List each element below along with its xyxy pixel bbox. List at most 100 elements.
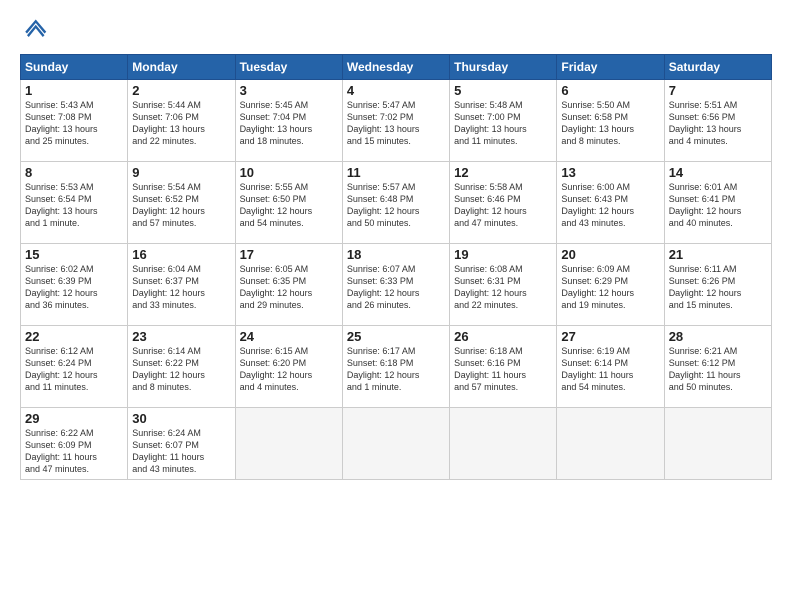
- day-info: Sunrise: 6:11 AM Sunset: 6:26 PM Dayligh…: [669, 263, 767, 312]
- calendar-cell: 6Sunrise: 5:50 AM Sunset: 6:58 PM Daylig…: [557, 80, 664, 162]
- day-info: Sunrise: 6:02 AM Sunset: 6:39 PM Dayligh…: [25, 263, 123, 312]
- day-info: Sunrise: 5:50 AM Sunset: 6:58 PM Dayligh…: [561, 99, 659, 148]
- calendar-cell: 23Sunrise: 6:14 AM Sunset: 6:22 PM Dayli…: [128, 326, 235, 408]
- day-info: Sunrise: 5:55 AM Sunset: 6:50 PM Dayligh…: [240, 181, 338, 230]
- day-info: Sunrise: 5:48 AM Sunset: 7:00 PM Dayligh…: [454, 99, 552, 148]
- day-info: Sunrise: 5:54 AM Sunset: 6:52 PM Dayligh…: [132, 181, 230, 230]
- calendar-cell: 11Sunrise: 5:57 AM Sunset: 6:48 PM Dayli…: [342, 162, 449, 244]
- calendar-cell: 14Sunrise: 6:01 AM Sunset: 6:41 PM Dayli…: [664, 162, 771, 244]
- day-number: 18: [347, 247, 445, 262]
- calendar-cell: 2Sunrise: 5:44 AM Sunset: 7:06 PM Daylig…: [128, 80, 235, 162]
- day-number: 25: [347, 329, 445, 344]
- calendar-cell: [664, 408, 771, 480]
- calendar-cell: 12Sunrise: 5:58 AM Sunset: 6:46 PM Dayli…: [450, 162, 557, 244]
- day-number: 4: [347, 83, 445, 98]
- day-number: 26: [454, 329, 552, 344]
- week-row-4: 29Sunrise: 6:22 AM Sunset: 6:09 PM Dayli…: [21, 408, 772, 480]
- day-info: Sunrise: 5:47 AM Sunset: 7:02 PM Dayligh…: [347, 99, 445, 148]
- calendar-cell: 19Sunrise: 6:08 AM Sunset: 6:31 PM Dayli…: [450, 244, 557, 326]
- calendar-cell: 9Sunrise: 5:54 AM Sunset: 6:52 PM Daylig…: [128, 162, 235, 244]
- header-row: SundayMondayTuesdayWednesdayThursdayFrid…: [21, 55, 772, 80]
- calendar-cell: 13Sunrise: 6:00 AM Sunset: 6:43 PM Dayli…: [557, 162, 664, 244]
- day-info: Sunrise: 6:05 AM Sunset: 6:35 PM Dayligh…: [240, 263, 338, 312]
- day-number: 1: [25, 83, 123, 98]
- week-row-2: 15Sunrise: 6:02 AM Sunset: 6:39 PM Dayli…: [21, 244, 772, 326]
- day-number: 22: [25, 329, 123, 344]
- calendar-cell: 29Sunrise: 6:22 AM Sunset: 6:09 PM Dayli…: [21, 408, 128, 480]
- day-info: Sunrise: 6:01 AM Sunset: 6:41 PM Dayligh…: [669, 181, 767, 230]
- calendar-cell: 20Sunrise: 6:09 AM Sunset: 6:29 PM Dayli…: [557, 244, 664, 326]
- calendar-cell: 22Sunrise: 6:12 AM Sunset: 6:24 PM Dayli…: [21, 326, 128, 408]
- calendar-cell: 1Sunrise: 5:43 AM Sunset: 7:08 PM Daylig…: [21, 80, 128, 162]
- calendar-cell: 28Sunrise: 6:21 AM Sunset: 6:12 PM Dayli…: [664, 326, 771, 408]
- day-info: Sunrise: 5:43 AM Sunset: 7:08 PM Dayligh…: [25, 99, 123, 148]
- calendar-cell: [557, 408, 664, 480]
- day-number: 13: [561, 165, 659, 180]
- day-info: Sunrise: 6:21 AM Sunset: 6:12 PM Dayligh…: [669, 345, 767, 394]
- day-number: 7: [669, 83, 767, 98]
- day-info: Sunrise: 5:58 AM Sunset: 6:46 PM Dayligh…: [454, 181, 552, 230]
- calendar-cell: 16Sunrise: 6:04 AM Sunset: 6:37 PM Dayli…: [128, 244, 235, 326]
- day-number: 8: [25, 165, 123, 180]
- day-number: 12: [454, 165, 552, 180]
- day-info: Sunrise: 5:53 AM Sunset: 6:54 PM Dayligh…: [25, 181, 123, 230]
- calendar-cell: 17Sunrise: 6:05 AM Sunset: 6:35 PM Dayli…: [235, 244, 342, 326]
- header: [20, 16, 772, 44]
- calendar-cell: 5Sunrise: 5:48 AM Sunset: 7:00 PM Daylig…: [450, 80, 557, 162]
- col-header-tuesday: Tuesday: [235, 55, 342, 80]
- calendar-cell: 18Sunrise: 6:07 AM Sunset: 6:33 PM Dayli…: [342, 244, 449, 326]
- day-info: Sunrise: 6:07 AM Sunset: 6:33 PM Dayligh…: [347, 263, 445, 312]
- calendar-cell: 10Sunrise: 5:55 AM Sunset: 6:50 PM Dayli…: [235, 162, 342, 244]
- logo-icon: [20, 16, 48, 44]
- day-number: 16: [132, 247, 230, 262]
- calendar-cell: 8Sunrise: 5:53 AM Sunset: 6:54 PM Daylig…: [21, 162, 128, 244]
- day-number: 20: [561, 247, 659, 262]
- calendar-cell: 15Sunrise: 6:02 AM Sunset: 6:39 PM Dayli…: [21, 244, 128, 326]
- week-row-0: 1Sunrise: 5:43 AM Sunset: 7:08 PM Daylig…: [21, 80, 772, 162]
- day-number: 6: [561, 83, 659, 98]
- calendar-cell: 24Sunrise: 6:15 AM Sunset: 6:20 PM Dayli…: [235, 326, 342, 408]
- day-info: Sunrise: 5:44 AM Sunset: 7:06 PM Dayligh…: [132, 99, 230, 148]
- day-info: Sunrise: 6:22 AM Sunset: 6:09 PM Dayligh…: [25, 427, 123, 476]
- day-info: Sunrise: 6:00 AM Sunset: 6:43 PM Dayligh…: [561, 181, 659, 230]
- day-number: 2: [132, 83, 230, 98]
- calendar-cell: 7Sunrise: 5:51 AM Sunset: 6:56 PM Daylig…: [664, 80, 771, 162]
- day-number: 29: [25, 411, 123, 426]
- week-row-3: 22Sunrise: 6:12 AM Sunset: 6:24 PM Dayli…: [21, 326, 772, 408]
- day-number: 30: [132, 411, 230, 426]
- day-number: 24: [240, 329, 338, 344]
- day-info: Sunrise: 6:08 AM Sunset: 6:31 PM Dayligh…: [454, 263, 552, 312]
- calendar-cell: [235, 408, 342, 480]
- day-number: 17: [240, 247, 338, 262]
- col-header-thursday: Thursday: [450, 55, 557, 80]
- calendar-table: SundayMondayTuesdayWednesdayThursdayFrid…: [20, 54, 772, 480]
- week-row-1: 8Sunrise: 5:53 AM Sunset: 6:54 PM Daylig…: [21, 162, 772, 244]
- calendar-cell: 4Sunrise: 5:47 AM Sunset: 7:02 PM Daylig…: [342, 80, 449, 162]
- calendar-cell: 26Sunrise: 6:18 AM Sunset: 6:16 PM Dayli…: [450, 326, 557, 408]
- day-info: Sunrise: 5:51 AM Sunset: 6:56 PM Dayligh…: [669, 99, 767, 148]
- col-header-sunday: Sunday: [21, 55, 128, 80]
- day-number: 28: [669, 329, 767, 344]
- calendar-cell: 3Sunrise: 5:45 AM Sunset: 7:04 PM Daylig…: [235, 80, 342, 162]
- day-info: Sunrise: 6:18 AM Sunset: 6:16 PM Dayligh…: [454, 345, 552, 394]
- day-info: Sunrise: 6:04 AM Sunset: 6:37 PM Dayligh…: [132, 263, 230, 312]
- col-header-friday: Friday: [557, 55, 664, 80]
- logo: [20, 16, 52, 44]
- day-number: 9: [132, 165, 230, 180]
- day-info: Sunrise: 6:15 AM Sunset: 6:20 PM Dayligh…: [240, 345, 338, 394]
- day-number: 10: [240, 165, 338, 180]
- col-header-saturday: Saturday: [664, 55, 771, 80]
- calendar-cell: 25Sunrise: 6:17 AM Sunset: 6:18 PM Dayli…: [342, 326, 449, 408]
- day-number: 27: [561, 329, 659, 344]
- col-header-wednesday: Wednesday: [342, 55, 449, 80]
- day-info: Sunrise: 5:45 AM Sunset: 7:04 PM Dayligh…: [240, 99, 338, 148]
- calendar-cell: 27Sunrise: 6:19 AM Sunset: 6:14 PM Dayli…: [557, 326, 664, 408]
- day-info: Sunrise: 6:12 AM Sunset: 6:24 PM Dayligh…: [25, 345, 123, 394]
- calendar-cell: 21Sunrise: 6:11 AM Sunset: 6:26 PM Dayli…: [664, 244, 771, 326]
- day-number: 15: [25, 247, 123, 262]
- col-header-monday: Monday: [128, 55, 235, 80]
- page: SundayMondayTuesdayWednesdayThursdayFrid…: [0, 0, 792, 612]
- day-info: Sunrise: 6:19 AM Sunset: 6:14 PM Dayligh…: [561, 345, 659, 394]
- day-number: 3: [240, 83, 338, 98]
- calendar-cell: [342, 408, 449, 480]
